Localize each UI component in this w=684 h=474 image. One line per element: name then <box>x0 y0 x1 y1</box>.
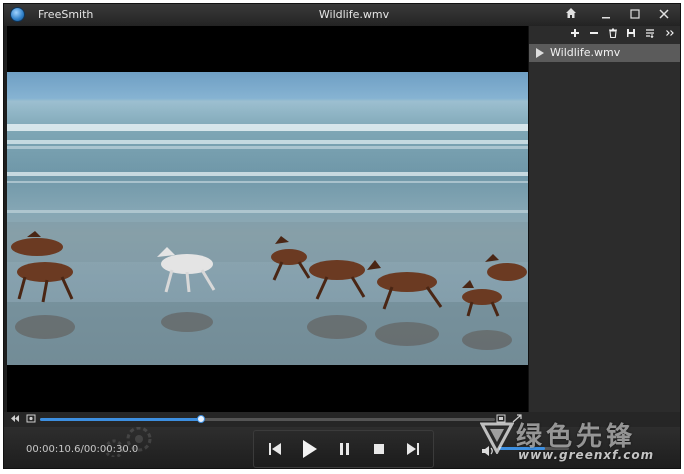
expand-icon[interactable] <box>511 414 523 425</box>
playlist-item-label: Wildlife.wmv <box>550 46 621 59</box>
save-icon[interactable] <box>623 27 639 43</box>
more-icon[interactable] <box>662 27 678 43</box>
close-icon[interactable] <box>654 5 674 25</box>
volume-slider[interactable] <box>499 447 569 450</box>
seek-thumb[interactable] <box>196 415 205 423</box>
previous-button[interactable] <box>260 435 290 463</box>
video-frame <box>7 72 528 365</box>
seek-slider[interactable] <box>40 415 495 423</box>
playlist-item[interactable]: Wildlife.wmv <box>529 44 680 62</box>
play-indicator-icon <box>536 48 544 58</box>
playlist-toolbar <box>529 26 680 44</box>
rewind-icon[interactable] <box>9 414 21 425</box>
seek-progress <box>40 418 201 421</box>
playlist-panel: Wildlife.wmv <box>528 26 680 412</box>
seekbar-row <box>4 412 680 427</box>
volume-icon[interactable] <box>481 442 495 456</box>
snapshot-icon[interactable] <box>25 414 37 425</box>
minimize-icon[interactable] <box>596 5 616 25</box>
home-icon[interactable] <box>561 5 581 25</box>
app-window: FreeSmith Wildlife.wmv Wildlife.wmv 00:0… <box>3 3 681 469</box>
next-button[interactable] <box>398 435 428 463</box>
delete-icon[interactable] <box>605 27 621 43</box>
pause-button[interactable] <box>330 435 360 463</box>
title-bar[interactable]: FreeSmith Wildlife.wmv <box>4 4 680 26</box>
remove-icon[interactable] <box>586 27 602 43</box>
volume-level <box>499 447 545 450</box>
video-viewport[interactable] <box>7 26 528 412</box>
gear-decoration-icon <box>104 427 152 457</box>
add-icon[interactable] <box>567 27 583 43</box>
fullscreen-icon[interactable] <box>495 414 507 425</box>
stop-button[interactable] <box>364 435 394 463</box>
sort-icon[interactable] <box>642 27 658 43</box>
transport-controls <box>253 430 434 468</box>
play-button[interactable] <box>294 435 324 463</box>
control-bar: 00:00:10.6/00:00:30.0 <box>4 427 680 468</box>
maximize-icon[interactable] <box>625 5 645 25</box>
horses-scene <box>11 231 527 350</box>
